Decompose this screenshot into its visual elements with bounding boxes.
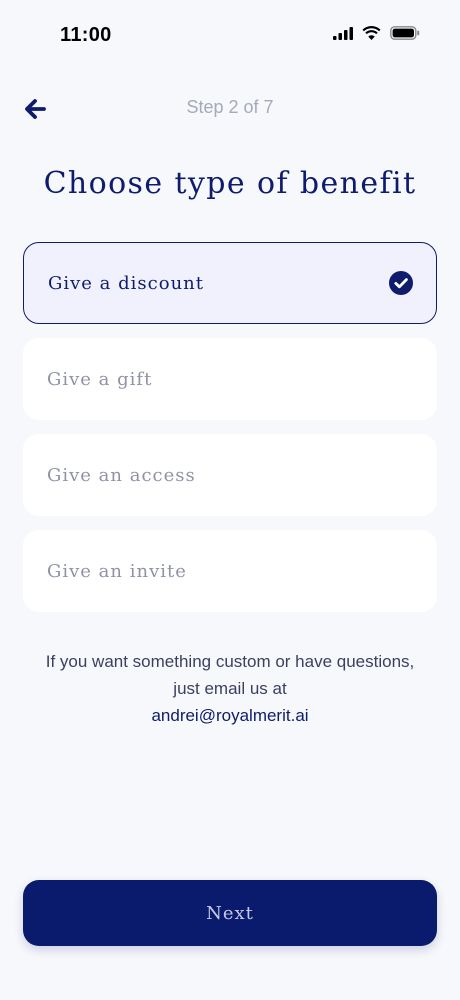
status-icons	[333, 26, 420, 40]
cellular-signal-icon	[333, 26, 353, 40]
status-time: 11:00	[60, 24, 112, 46]
wifi-icon	[362, 26, 381, 40]
next-button-label: Next	[206, 902, 254, 924]
check-circle-icon	[389, 271, 413, 295]
option-label: Give an invite	[47, 560, 187, 582]
screen: 11:00 Step 2 of 7 Choose type of benefit…	[0, 0, 460, 1000]
support-email-link[interactable]: andrei@royalmerit.ai	[40, 702, 420, 729]
benefit-options: Give a discount Give a gift Give an acce…	[23, 242, 437, 626]
option-give-an-access[interactable]: Give an access	[23, 434, 437, 516]
option-label: Give a discount	[48, 272, 204, 294]
option-give-an-invite[interactable]: Give an invite	[23, 530, 437, 612]
option-give-a-discount[interactable]: Give a discount	[23, 242, 437, 324]
option-label: Give a gift	[47, 368, 153, 390]
step-indicator: Step 2 of 7	[186, 97, 274, 117]
page-title: Choose type of benefit	[43, 166, 417, 201]
help-text: If you want something custom or have que…	[40, 648, 420, 729]
battery-icon	[390, 26, 420, 40]
help-message: If you want something custom or have que…	[45, 652, 415, 698]
header: Step 2 of 7	[0, 88, 460, 128]
next-button[interactable]: Next	[23, 880, 437, 946]
option-label: Give an access	[47, 464, 196, 486]
option-give-a-gift[interactable]: Give a gift	[23, 338, 437, 420]
status-bar: 11:00	[0, 0, 460, 76]
